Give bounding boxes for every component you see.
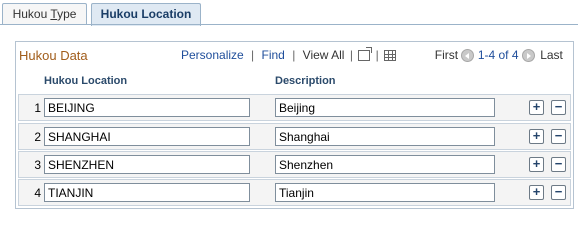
tab-hukou-type[interactable]: Hukou Type bbox=[2, 3, 87, 25]
last-label: Last bbox=[540, 48, 563, 62]
range-label: 1-4 of 4 bbox=[477, 48, 519, 62]
tab-hukou-type-label-suffix: ype bbox=[57, 7, 77, 21]
view-all-link[interactable]: View All bbox=[303, 48, 345, 62]
zoom-icon[interactable] bbox=[358, 47, 373, 61]
description-field[interactable] bbox=[275, 127, 495, 146]
hukou-data-grid: Hukou Data Personalize | Find | View All… bbox=[15, 41, 574, 209]
toolbar-separator: | bbox=[349, 48, 353, 62]
description-field[interactable] bbox=[275, 183, 495, 202]
hukou-location-field[interactable] bbox=[44, 98, 250, 117]
tab-hukou-type-label-prefix: Hukou bbox=[12, 7, 51, 21]
delete-row-icon[interactable]: − bbox=[551, 157, 566, 172]
delete-row-icon[interactable]: − bbox=[551, 185, 566, 200]
column-header-description: Description bbox=[275, 75, 336, 87]
add-row-icon[interactable]: + bbox=[529, 157, 544, 172]
row-number: 1 bbox=[34, 101, 41, 115]
hukou-location-field[interactable] bbox=[44, 155, 250, 174]
toolbar-separator: | bbox=[251, 48, 255, 62]
row-number: 2 bbox=[34, 130, 41, 144]
delete-row-icon[interactable]: − bbox=[551, 129, 566, 144]
description-field[interactable] bbox=[275, 155, 495, 174]
table-row: 2 + − bbox=[18, 123, 571, 150]
table-row: 1 + − bbox=[18, 94, 571, 121]
toolbar-separator: | bbox=[292, 48, 296, 62]
hukou-location-field[interactable] bbox=[44, 127, 250, 146]
table-row: 4 + − bbox=[18, 179, 571, 206]
table-row: 3 + − bbox=[18, 151, 571, 178]
add-row-icon[interactable]: + bbox=[529, 129, 544, 144]
grid-title: Hukou Data bbox=[19, 48, 88, 63]
delete-row-icon[interactable]: − bbox=[551, 100, 566, 115]
row-number: 4 bbox=[34, 186, 41, 200]
tab-divider bbox=[0, 24, 578, 25]
prev-icon[interactable] bbox=[461, 49, 475, 62]
next-icon[interactable] bbox=[521, 49, 535, 62]
grid-icon[interactable] bbox=[384, 50, 397, 61]
tab-hukou-location[interactable]: Hukou Location bbox=[91, 3, 201, 26]
first-label: First bbox=[434, 48, 459, 62]
personalize-link[interactable]: Personalize bbox=[181, 48, 244, 62]
hukou-location-field[interactable] bbox=[44, 183, 250, 202]
description-field[interactable] bbox=[275, 98, 495, 117]
find-link[interactable]: Find bbox=[262, 48, 285, 62]
toolbar-separator: | bbox=[375, 48, 379, 62]
tab-bar: Hukou Type Hukou Location bbox=[0, 0, 578, 26]
column-header-location: Hukou Location bbox=[44, 75, 128, 87]
row-number: 3 bbox=[34, 158, 41, 172]
add-row-icon[interactable]: + bbox=[529, 185, 544, 200]
add-row-icon[interactable]: + bbox=[529, 100, 544, 115]
grid-toolbar: Personalize | Find | View All | | First … bbox=[181, 47, 578, 62]
